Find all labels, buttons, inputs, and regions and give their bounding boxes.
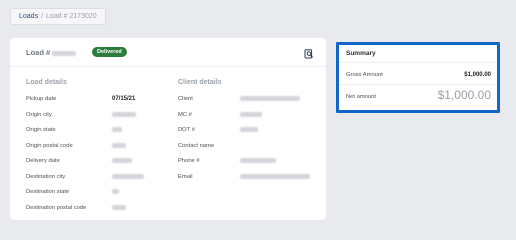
delivery-date-value [112,158,132,164]
load-card: Load # Delivered Load details Client det… [10,38,326,220]
dot-number-label: DOT # [178,127,195,133]
destination-postal-code-value [112,204,126,211]
destination-postal-code-label: Destination postal code [26,204,87,211]
load-details-title: Load details [26,79,67,86]
origin-city-label: Origin city [26,111,52,118]
magnifier-document-icon[interactable] [304,46,314,59]
pickup-date-label: Pickup date [26,96,57,102]
status-badge: Delivered [92,47,127,57]
client-details-list: Client MC # DOT # Contact name Phone # E… [178,96,323,189]
destination-city-label: Destination city [26,173,66,180]
net-amount-value: $1,000.00 [437,88,491,102]
contact-name-label: Contact name [178,142,215,149]
mc-number-label: MC # [178,111,192,118]
origin-postal-code-label: Origin postal code [26,142,73,149]
pickup-date-value: 07/15/21 [112,96,136,102]
gross-amount-label: Gross Amount [346,72,383,78]
client-value [240,96,300,102]
load-title-prefix: Load # [26,48,51,57]
load-card-header: Load # Delivered [10,38,326,67]
summary-card: Summary Gross Amount $1,000.00 Net amoun… [336,42,500,113]
client-detail-row: Phone # [178,158,323,174]
breadcrumb-current: Load # 2173020 [46,13,97,20]
client-detail-row: Contact name [178,143,323,159]
mc-number-value [240,111,262,118]
load-detail-row: Pickup date 07/15/21 [26,96,166,112]
divider [339,84,497,85]
client-detail-row: Client [178,96,323,112]
load-detail-row: Destination state [26,189,166,205]
client-label: Client [178,96,193,102]
email-value[interactable] [240,173,310,180]
load-detail-row: Destination postal code [26,204,166,221]
load-detail-row: Origin city [26,111,166,128]
origin-city-value [112,111,136,118]
divider [339,62,497,63]
phone-number-value [240,158,276,164]
gross-amount-value: $1,000.00 [464,72,491,78]
destination-state-value [112,189,119,195]
load-detail-row: Origin state [26,127,166,143]
client-detail-row: DOT # [178,127,323,143]
destination-city-value [112,173,144,180]
dot-number-value [240,127,258,133]
delivery-date-label: Delivery date [26,158,60,164]
origin-state-value [112,127,122,133]
client-detail-row: MC # [178,111,323,128]
breadcrumb-separator: / [41,13,44,20]
load-title: Load # [26,48,77,57]
origin-state-label: Origin state [26,127,56,133]
load-details-list: Pickup date 07/15/21 Origin city Origin … [26,96,166,220]
redacted-load-number [52,50,77,56]
summary-title: Summary [346,50,376,57]
breadcrumb: Loads / Load # 2173020 [10,8,106,25]
phone-number-label: Phone # [178,158,200,164]
load-detail-row: Origin postal code [26,142,166,159]
breadcrumb-loads-link[interactable]: Loads [19,13,38,20]
load-detail-row: Delivery date [26,158,166,174]
email-label: Email [178,173,193,180]
origin-postal-code-value [112,142,126,149]
load-detail-row: Destination city [26,173,166,190]
client-detail-row: Email [178,173,323,190]
net-amount-label: Net amount [346,94,376,100]
client-details-title: Client details [178,79,222,86]
destination-state-label: Destination state [26,189,70,195]
